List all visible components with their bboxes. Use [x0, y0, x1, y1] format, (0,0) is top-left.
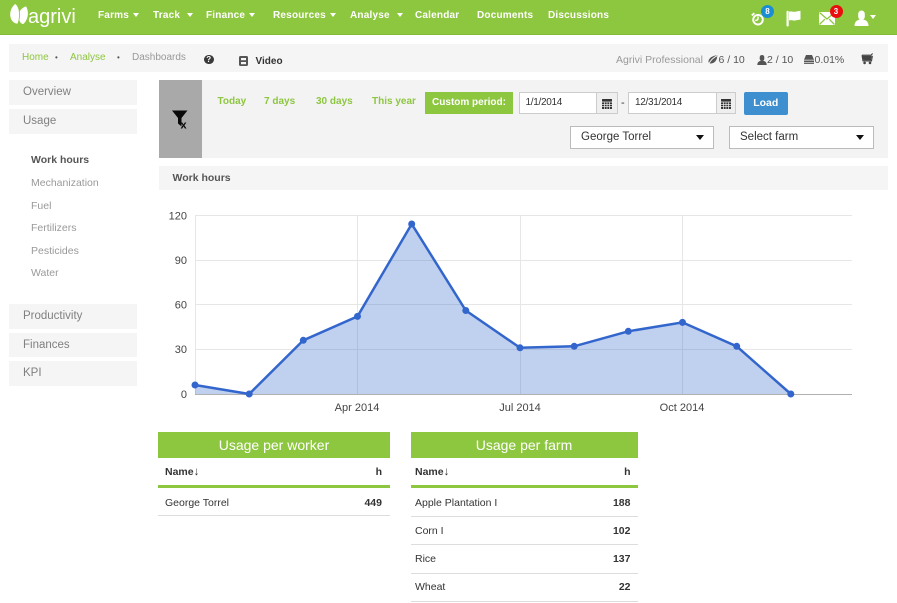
svg-text:0: 0: [181, 389, 187, 401]
svg-text:Apr 2014: Apr 2014: [335, 402, 380, 414]
svg-text:90: 90: [175, 255, 187, 267]
svg-text:Jul 2014: Jul 2014: [499, 402, 541, 414]
svg-text:120: 120: [169, 211, 187, 223]
svg-text:x: x: [181, 120, 188, 130]
svg-text:30: 30: [175, 344, 187, 356]
svg-text:Oct 2014: Oct 2014: [660, 402, 705, 414]
svg-text:60: 60: [175, 300, 187, 312]
